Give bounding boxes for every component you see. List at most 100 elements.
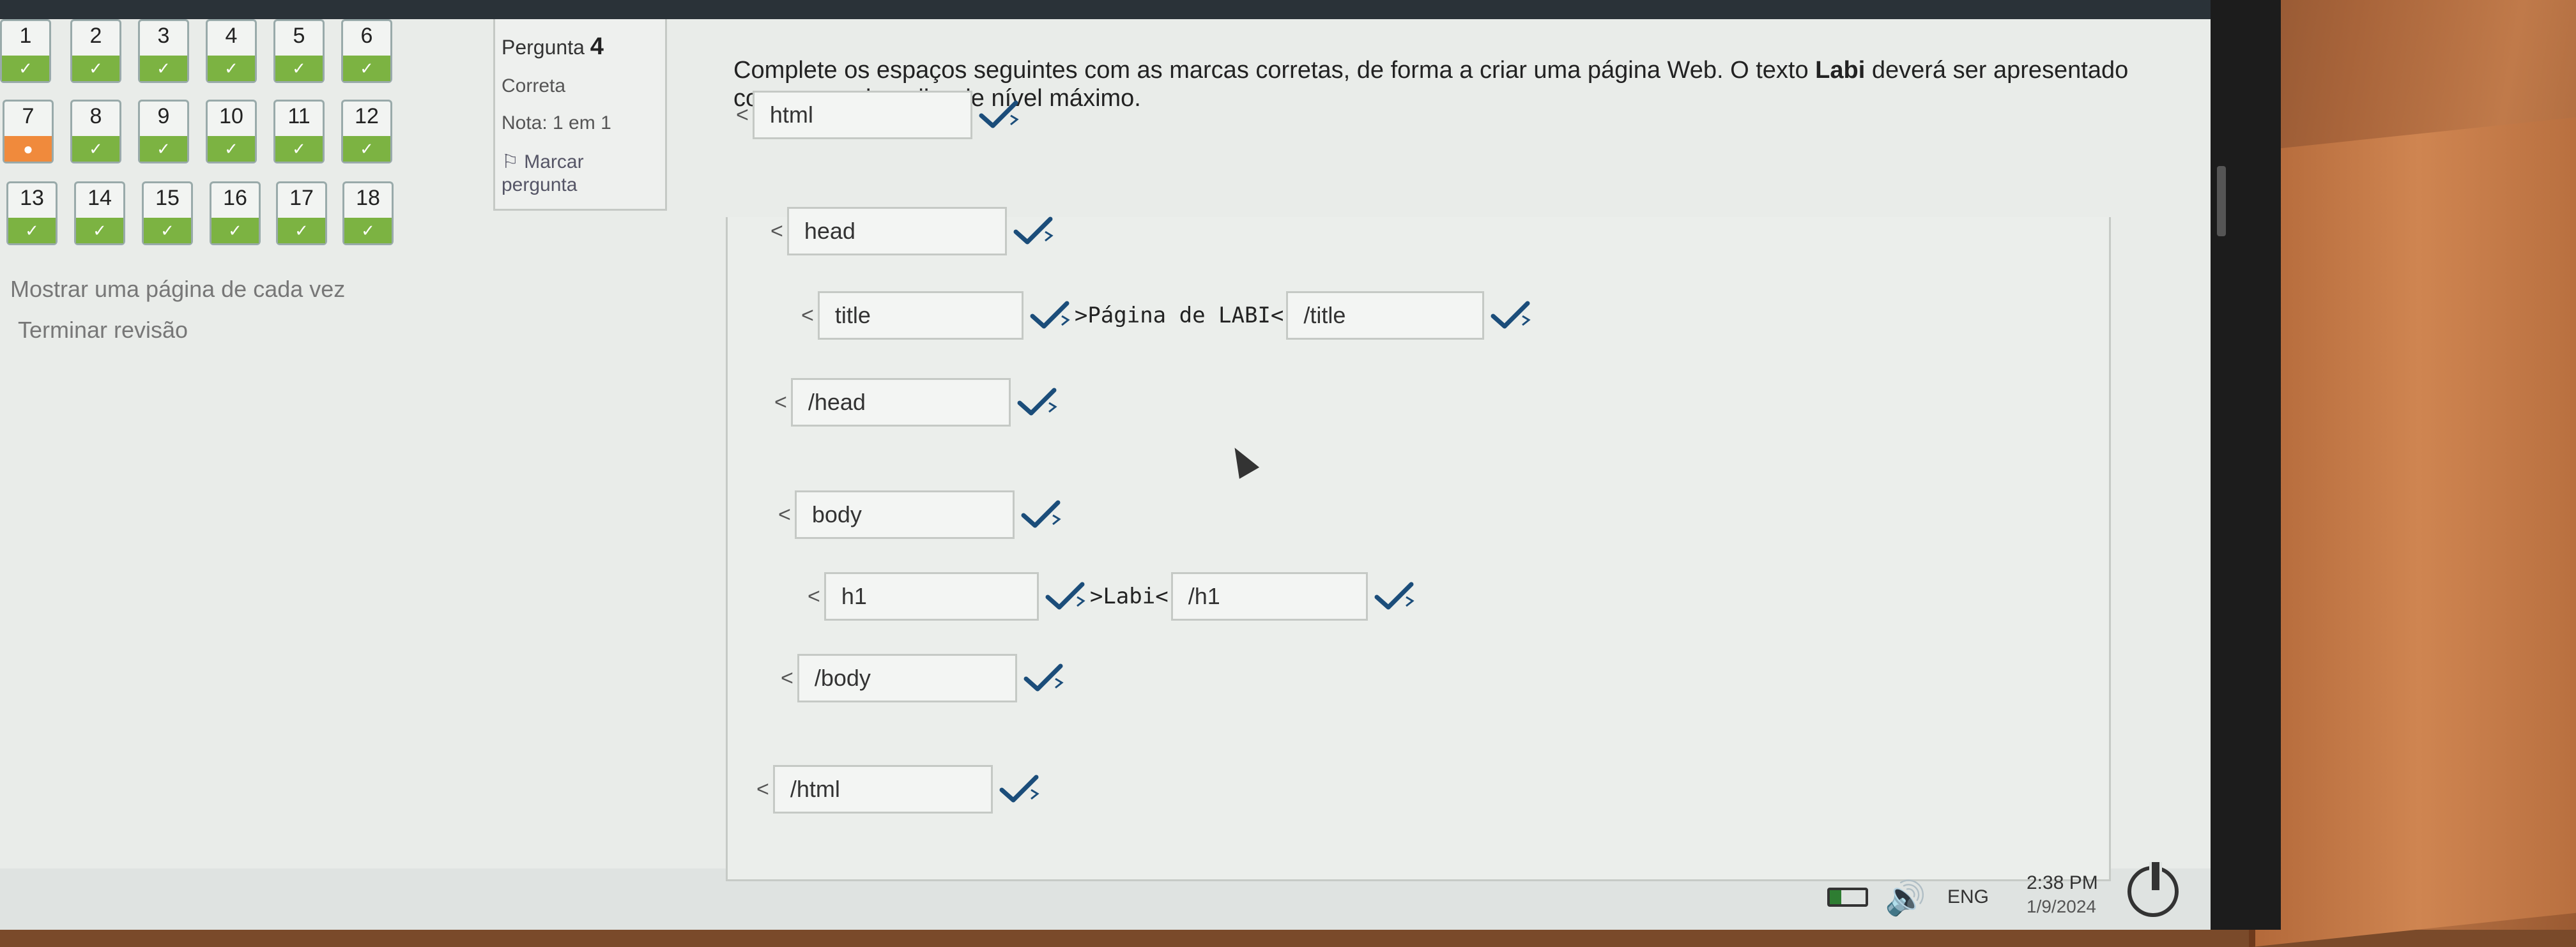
nav-button-number: 5 bbox=[293, 24, 305, 48]
nav-button-number: 13 bbox=[20, 186, 44, 210]
nav-button-question-1[interactable]: 1 ✓ bbox=[0, 19, 51, 83]
row-title: < title >Página de LABI< /title bbox=[801, 290, 1535, 341]
correct-check-icon bbox=[1491, 299, 1535, 331]
answer-field-html-close[interactable]: /html bbox=[772, 765, 993, 814]
row-h1: < h1 >Labi< /h1 bbox=[808, 571, 1419, 622]
question-state: Correta bbox=[502, 75, 566, 96]
nav-button-number: 8 bbox=[89, 104, 102, 128]
wooden-cabinet-door bbox=[2249, 116, 2576, 947]
nav-button-number: 7 bbox=[22, 104, 34, 128]
correct-check-icon bbox=[1374, 580, 1419, 612]
nav-button-question-18[interactable]: 18 ✓ bbox=[342, 181, 394, 245]
nav-button-number: 9 bbox=[157, 104, 170, 128]
row-body-close: < /body bbox=[781, 653, 1068, 704]
answer-field-h1-close[interactable]: /h1 bbox=[1170, 572, 1368, 621]
system-tray: 🔊 ENG 2:38 PM 1/9/2024 bbox=[1789, 860, 2236, 930]
clock-date[interactable]: 1/9/2024 bbox=[2027, 897, 2096, 917]
nav-button-question-11[interactable]: 11 ✓ bbox=[273, 100, 325, 163]
row-head-close: < /head bbox=[774, 377, 1062, 428]
answered-check-icon: ✓ bbox=[343, 136, 390, 162]
nav-button-number: 3 bbox=[157, 24, 170, 48]
nav-button-number: 17 bbox=[289, 186, 314, 210]
nav-button-number: 18 bbox=[356, 186, 380, 210]
volume-icon[interactable]: 🔊 bbox=[1885, 879, 1926, 918]
power-icon[interactable] bbox=[2128, 862, 2179, 917]
answered-check-icon: ✓ bbox=[208, 56, 255, 81]
answered-check-icon: ✓ bbox=[140, 56, 187, 81]
nav-button-question-9[interactable]: 9 ✓ bbox=[138, 100, 189, 163]
question-grade: Nota: 1 em 1 bbox=[502, 112, 611, 133]
nav-button-number: 15 bbox=[155, 186, 180, 210]
correct-check-icon bbox=[999, 773, 1044, 805]
answered-check-icon: ✓ bbox=[344, 218, 392, 243]
nav-button-question-8[interactable]: 8 ✓ bbox=[70, 100, 121, 163]
question-number: 4 bbox=[590, 33, 604, 60]
nav-button-number: 4 bbox=[225, 24, 238, 48]
answer-field-h1-open[interactable]: h1 bbox=[824, 572, 1039, 621]
answer-field-body-open[interactable]: body bbox=[794, 490, 1015, 539]
answered-check-icon: ✓ bbox=[8, 218, 56, 243]
lt-symbol: < bbox=[778, 502, 791, 527]
answered-check-icon: ✓ bbox=[2, 56, 49, 81]
answered-check-icon: ✓ bbox=[275, 136, 323, 162]
row-html-close: < /html bbox=[756, 764, 1044, 815]
answered-check-icon: ✓ bbox=[208, 136, 255, 162]
nav-button-question-6[interactable]: 6 ✓ bbox=[341, 19, 392, 83]
answer-field-head-close[interactable]: /head bbox=[790, 378, 1011, 427]
scrollbar-thumb[interactable] bbox=[2217, 166, 2226, 236]
monitor-screen: Mostrar uma página de cada vez Terminar … bbox=[0, 0, 2236, 930]
row-head-open: < head bbox=[770, 206, 1058, 257]
quiz-review-page: Mostrar uma página de cada vez Terminar … bbox=[0, 19, 2230, 881]
row-body-open: < body bbox=[778, 489, 1066, 540]
nav-button-question-12[interactable]: 12 ✓ bbox=[341, 100, 392, 163]
nav-button-question-16[interactable]: 16 ✓ bbox=[210, 181, 261, 245]
flag-question-button[interactable]: ⚐ Marcar pergunta bbox=[502, 151, 655, 197]
language-indicator[interactable]: ENG bbox=[1947, 886, 1989, 908]
nav-button-number: 10 bbox=[219, 104, 243, 128]
answer-field-title-open[interactable]: title bbox=[817, 291, 1023, 340]
correct-check-icon bbox=[1030, 299, 1075, 331]
battery-icon[interactable] bbox=[1827, 888, 1868, 907]
lt-symbol: < bbox=[736, 102, 749, 127]
answered-check-icon: ✓ bbox=[343, 56, 390, 81]
clock-time[interactable]: 2:38 PM bbox=[2027, 872, 2098, 894]
answered-check-icon: ✓ bbox=[140, 136, 187, 162]
answered-check-icon: ✓ bbox=[144, 218, 191, 243]
correct-check-icon bbox=[1021, 499, 1066, 531]
question-text-part: Complete os espaços seguintes com as mar… bbox=[733, 57, 1816, 84]
nav-button-number: 2 bbox=[89, 24, 102, 48]
nav-button-question-15[interactable]: 15 ✓ bbox=[142, 181, 193, 245]
nav-button-question-5[interactable]: 5 ✓ bbox=[273, 19, 325, 83]
answered-check-icon: ✓ bbox=[72, 56, 119, 81]
nav-button-question-13[interactable]: 13 ✓ bbox=[6, 181, 57, 245]
answer-field-body-close[interactable]: /body bbox=[797, 654, 1017, 702]
show-one-page-link[interactable]: Mostrar uma página de cada vez bbox=[10, 276, 345, 303]
nav-button-question-10[interactable]: 10 ✓ bbox=[206, 100, 257, 163]
nav-button-number: 12 bbox=[355, 104, 379, 128]
row-html-open: < html bbox=[736, 89, 1023, 140]
correct-check-icon bbox=[1045, 580, 1090, 612]
answer-field-head-open[interactable]: head bbox=[786, 207, 1007, 255]
lt-symbol: < bbox=[808, 584, 820, 609]
correct-check-icon bbox=[1023, 662, 1068, 694]
lt-symbol: < bbox=[756, 777, 769, 801]
nav-button-question-2[interactable]: 2 ✓ bbox=[70, 19, 121, 83]
monitor-bezel bbox=[2211, 0, 2281, 930]
nav-button-question-7[interactable]: 7 ● bbox=[3, 100, 54, 163]
correct-check-icon bbox=[1013, 215, 1058, 247]
nav-button-question-17[interactable]: 17 ✓ bbox=[276, 181, 327, 245]
correct-check-icon bbox=[1017, 386, 1062, 418]
flag-icon: ⚐ bbox=[502, 151, 525, 172]
nav-button-question-14[interactable]: 14 ✓ bbox=[74, 181, 125, 245]
lt-symbol: < bbox=[801, 303, 814, 328]
answer-field-title-close[interactable]: /title bbox=[1286, 291, 1485, 340]
correct-check-icon bbox=[979, 99, 1023, 131]
answered-check-icon: ✓ bbox=[278, 218, 325, 243]
nav-button-question-4[interactable]: 4 ✓ bbox=[206, 19, 257, 83]
answered-check-icon: ✓ bbox=[211, 218, 259, 243]
nav-button-question-3[interactable]: 3 ✓ bbox=[138, 19, 189, 83]
nav-button-number: 11 bbox=[288, 104, 310, 128]
finish-review-link[interactable]: Terminar revisão bbox=[18, 317, 188, 344]
answer-field-html-open[interactable]: html bbox=[752, 91, 972, 139]
nav-button-number: 1 bbox=[19, 24, 32, 48]
